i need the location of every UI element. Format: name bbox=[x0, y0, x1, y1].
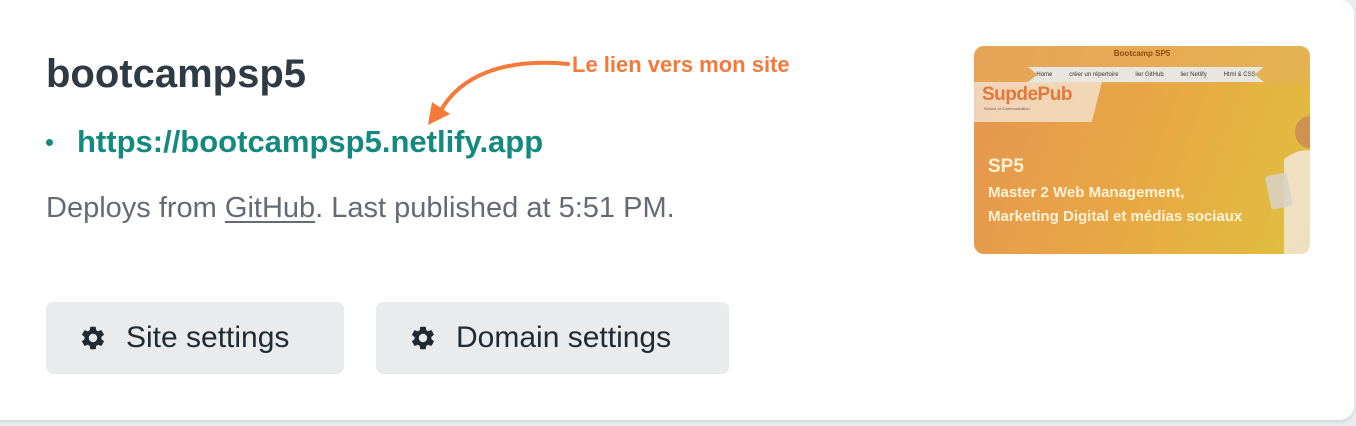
annotation-arrow-icon bbox=[428, 60, 570, 125]
site-settings-button[interactable]: Site settings bbox=[46, 302, 344, 374]
preview-header-title: Bootcamp SP5 bbox=[1113, 49, 1171, 58]
site-card: bootcampsp5 https://bootcampsp5.netlify.… bbox=[0, 0, 1354, 420]
preview-heading: SP5 bbox=[988, 156, 1024, 177]
preview-person-image bbox=[1265, 116, 1310, 254]
preview-nav-item: lier GitHub bbox=[1135, 71, 1164, 78]
preview-nav: Home créer un répertoire lier GitHub lie… bbox=[1028, 67, 1264, 82]
preview-nav-item: Html & CSS bbox=[1223, 71, 1256, 78]
site-preview-thumbnail[interactable]: Bootcamp SP5 Home créer un répertoire li… bbox=[974, 46, 1310, 254]
site-settings-label: Site settings bbox=[126, 321, 290, 354]
gear-icon bbox=[412, 326, 434, 350]
site-name: bootcampsp5 bbox=[46, 52, 307, 96]
preview-nav-item: Home bbox=[1036, 71, 1053, 78]
preview-nav-item: créer un répertoire bbox=[1069, 71, 1119, 78]
gear-icon bbox=[82, 326, 104, 350]
preview-line-2: Marketing Digital et médias sociaux bbox=[988, 208, 1243, 225]
domain-settings-button[interactable]: Domain settings bbox=[376, 302, 729, 374]
preview-logo-sub: School of Communication bbox=[984, 106, 1030, 111]
deploy-prefix: Deploys from bbox=[46, 192, 225, 224]
deploy-suffix: . Last published at 5:51 PM. bbox=[315, 192, 675, 224]
deploy-info: Deploys from GitHub. Last published at 5… bbox=[46, 190, 675, 226]
bullet-icon bbox=[46, 138, 53, 146]
preview-line-1: Master 2 Web Management, bbox=[988, 184, 1185, 201]
domain-settings-label: Domain settings bbox=[456, 321, 672, 354]
preview-logo: SupdePub bbox=[982, 84, 1072, 105]
annotation-label: Le lien vers mon site bbox=[572, 52, 790, 77]
github-link[interactable]: GitHub bbox=[225, 192, 315, 224]
preview-nav-item: lier Netlify bbox=[1180, 71, 1207, 78]
